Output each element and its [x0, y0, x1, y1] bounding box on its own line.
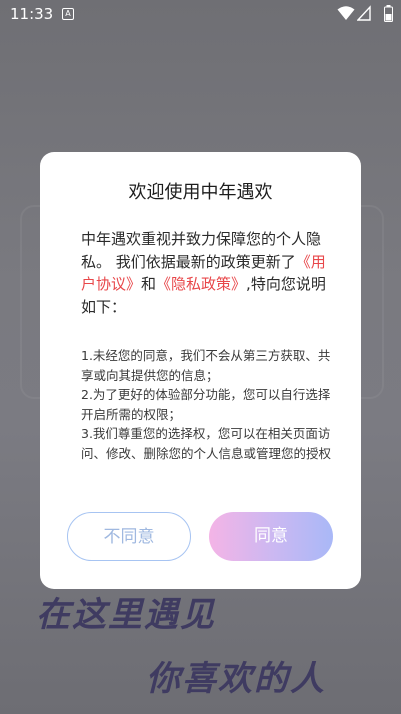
wifi-icon [337, 6, 355, 20]
intro-text: 中年遇欢重视并致力保障您的个人隐私。 我们依据最新的政策更新了《用户协议》和《隐… [81, 228, 331, 318]
policy-item: 3.我们尊重您的选择权，您可以在相关页面访问、修改、删除您的个人信息或管理您的授… [81, 426, 332, 461]
privacy-dialog: 欢迎使用中年遇欢 中年遇欢重视并致力保障您的个人隐私。 我们依据最新的政策更新了… [40, 152, 361, 589]
privacy-policy-link[interactable]: 《隐私政策》 [156, 275, 246, 293]
policy-item: 2.为了更好的体验部分功能，您可以自行选择开启所需的权限； [81, 387, 331, 422]
policy-item: 1.未经您的同意，我们不会从第三方获取、共享或向其提供您的信息； [81, 348, 331, 383]
battery-icon [384, 5, 393, 22]
signal-icon [357, 5, 371, 21]
and-text: 和 [141, 275, 157, 293]
slogan-line-1: 在这里遇见 [36, 595, 216, 635]
slogan-line-2: 你喜欢的人 [146, 659, 326, 699]
dialog-title: 欢迎使用中年遇欢 [128, 182, 273, 203]
status-bar: 11:33 A [0, 0, 401, 28]
disagree-button[interactable]: 不同意 [67, 512, 191, 561]
notification-icon: A [62, 8, 74, 20]
status-time: 11:33 [10, 5, 54, 23]
policy-details: 1.未经您的同意，我们不会从第三方获取、共享或向其提供您的信息； 2.为了更好的… [81, 346, 333, 463]
agree-button[interactable]: 同意 [209, 512, 333, 561]
intro-text-part-1: 中年遇欢重视并致力保障您的个人隐私。 我们依据最新的政策更新了 [81, 230, 322, 271]
